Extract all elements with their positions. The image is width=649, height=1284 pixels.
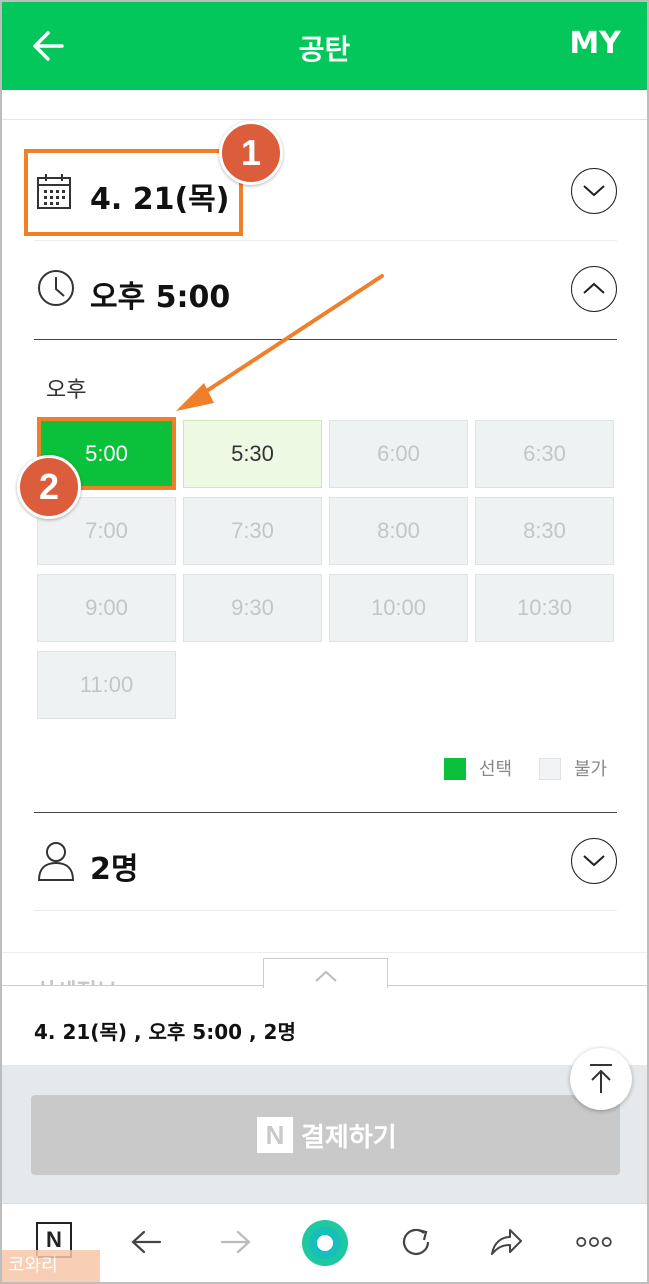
divider [34,910,617,911]
browser-forward-icon[interactable] [216,1222,256,1262]
people-count-label: 2명 [90,852,139,887]
time-slot: 10:00 [329,574,468,642]
booking-summary-text: 4. 21(목) , 오후 5:00 , 2명 [34,1020,296,1044]
divider [34,812,617,813]
payment-bar: N 결제하기 [2,1065,647,1203]
naver-pay-logo: N [257,1117,293,1153]
scroll-to-top-button[interactable] [570,1048,632,1110]
legend-selected-label: 선택 [479,759,513,780]
time-slot: 9:30 [183,574,322,642]
summary-toggle-tab[interactable] [263,958,388,988]
people-expand-button[interactable] [571,838,617,884]
time-slot: 10:30 [475,574,614,642]
watermark: 코와리 [2,1250,100,1282]
legend-unavailable-swatch [539,758,561,780]
people-row[interactable]: 2명 [34,830,617,894]
refresh-icon[interactable] [396,1222,436,1262]
legend-unavailable-label: 불가 [574,759,608,780]
more-icon[interactable] [574,1222,614,1262]
green-dot-icon[interactable] [300,1218,350,1268]
browser-back-icon[interactable] [126,1222,166,1262]
pay-button[interactable]: N 결제하기 [31,1095,620,1175]
person-icon [37,842,75,881]
legend-selected-swatch [444,758,466,780]
pay-button-label: 결제하기 [301,1123,397,1153]
time-slot: 9:00 [37,574,176,642]
time-slot: 11:00 [37,651,176,719]
arrow-up-icon [590,1064,612,1093]
share-icon[interactable] [486,1222,526,1262]
step-badge-1: 1 [219,121,283,185]
step-badge-2: 2 [17,455,81,519]
chevron-up-icon [315,970,337,982]
chevron-down-icon [583,855,605,867]
booking-summary-panel: 4. 21(목) , 오후 5:00 , 2명 [2,985,647,1065]
annotation-arrow [176,274,384,411]
divider [2,952,647,953]
